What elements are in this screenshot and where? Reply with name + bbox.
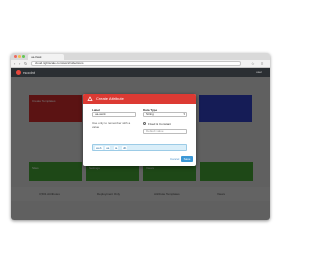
- url-field[interactable]: cloud.rightscale.com/acct/collections: [31, 61, 241, 66]
- description-text: Use only to remember with a value: [92, 121, 131, 129]
- tag-chip[interactable]: web: [95, 146, 103, 150]
- data-type-select[interactable]: String ▾: [143, 112, 187, 117]
- label-input[interactable]: ua-work: [92, 112, 136, 117]
- logo-icon: [16, 70, 21, 75]
- browser-window: ua-flask ‹ › ↻ cloud.rightscale.com/acct…: [11, 53, 270, 220]
- tag-chip[interactable]: ua: [105, 146, 111, 150]
- dialog-title: Create Attribute: [96, 96, 124, 101]
- forward-icon[interactable]: ›: [19, 61, 20, 66]
- page-viewport: rsoolnt user Create Templates Sites Sett…: [11, 68, 270, 220]
- cancel-button[interactable]: Cancel: [170, 157, 179, 162]
- tags-field[interactable]: web ua ia db: [92, 144, 187, 151]
- tag-chip[interactable]: ia: [114, 146, 119, 150]
- save-button[interactable]: Save: [181, 156, 193, 162]
- minimize-window-button[interactable]: [18, 55, 21, 58]
- fixed-constant-label: Fixed & Constant: [148, 122, 172, 126]
- attribute-icon: [87, 96, 93, 101]
- window-controls: [14, 55, 26, 59]
- dialog-header: Create Attribute: [83, 94, 196, 104]
- bookmark-icon[interactable]: ☆: [251, 61, 255, 66]
- app-header: rsoolnt user: [11, 68, 270, 77]
- address-bar-row: ‹ › ↻ cloud.rightscale.com/acct/collecti…: [11, 60, 270, 68]
- data-type-value: String: [146, 112, 154, 116]
- fixed-constant-radio[interactable]: [143, 122, 146, 125]
- app-brand: rsoolnt: [23, 70, 36, 75]
- back-icon[interactable]: ‹: [14, 61, 15, 66]
- default-value-input[interactable]: Default value: [143, 129, 187, 134]
- reload-icon[interactable]: ↻: [24, 61, 27, 66]
- tab-bar: ua-flask: [11, 53, 270, 60]
- create-attribute-dialog: Create Attribute Label ua-work Use only …: [83, 94, 196, 166]
- menu-icon[interactable]: ≡: [261, 61, 263, 66]
- tag-chip[interactable]: db: [122, 146, 128, 150]
- user-menu[interactable]: user: [256, 70, 262, 75]
- close-window-button[interactable]: [14, 55, 17, 58]
- zoom-window-button[interactable]: [22, 55, 25, 58]
- chevron-down-icon: ▾: [183, 112, 185, 116]
